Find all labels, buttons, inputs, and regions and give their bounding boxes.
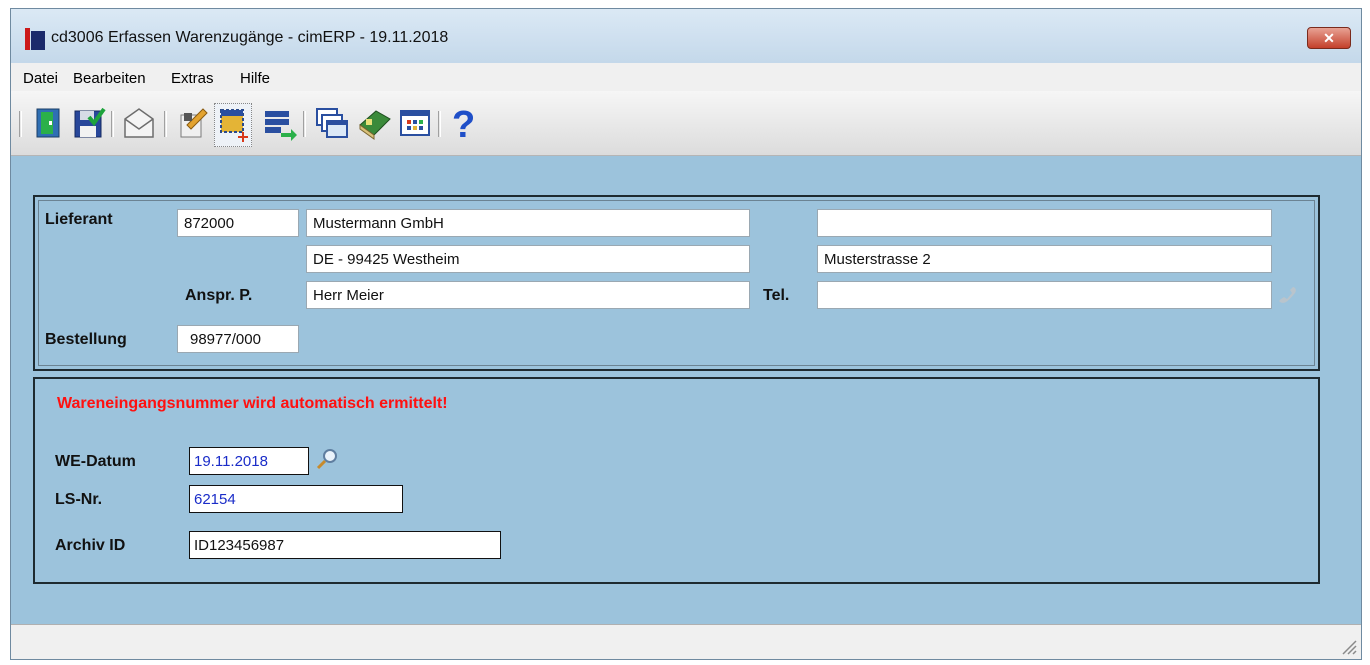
- edit-document-icon[interactable]: [175, 105, 211, 141]
- order-label: Bestellung: [45, 331, 127, 348]
- windows-icon[interactable]: [313, 105, 349, 141]
- toolbar-separator: [19, 111, 22, 137]
- toolbar: ?: [11, 91, 1361, 156]
- menu-datei[interactable]: Datei: [23, 70, 58, 87]
- supplier-name-field[interactable]: Mustermann GmbH: [306, 209, 750, 237]
- table-grid-icon[interactable]: [397, 105, 433, 141]
- supplier-inner-frame: Lieferant 872000 Mustermann GmbH DE - 99…: [38, 200, 1315, 366]
- supplier-street-field[interactable]: Musterstrasse 2: [817, 245, 1272, 273]
- menu-bar: Datei Bearbeiten Extras Hilfe: [11, 63, 1361, 91]
- app-window: cd3006 Erfassen Warenzugänge - cimERP - …: [10, 8, 1362, 660]
- archive-id-field[interactable]: ID123456987: [189, 531, 501, 559]
- mail-envelope-icon[interactable]: [121, 105, 157, 141]
- svg-text:?: ?: [452, 105, 475, 141]
- transfer-list-icon[interactable]: [261, 105, 297, 141]
- menu-extras[interactable]: Extras: [171, 70, 214, 87]
- ls-number-field[interactable]: 62154: [189, 485, 403, 513]
- contact-field[interactable]: Herr Meier: [306, 281, 750, 309]
- status-bar: [11, 624, 1361, 659]
- menu-bearbeiten[interactable]: Bearbeiten: [73, 70, 146, 87]
- resize-grip-icon[interactable]: [1337, 635, 1357, 655]
- save-check-icon[interactable]: [71, 105, 107, 141]
- contact-label: Anspr. P.: [185, 287, 253, 304]
- close-button[interactable]: ✕: [1307, 27, 1351, 49]
- ls-number-label: LS-Nr.: [55, 491, 103, 508]
- magnifier-search-icon[interactable]: [315, 447, 339, 471]
- exit-door-icon[interactable]: [31, 105, 67, 141]
- help-question-icon[interactable]: ?: [447, 104, 483, 146]
- auto-number-warning: Wareneingangsnummer wird automatisch erm…: [57, 395, 448, 412]
- phone-handset-icon[interactable]: [1275, 283, 1299, 307]
- phone-field[interactable]: [817, 281, 1272, 309]
- supplier-label: Lieferant: [45, 211, 113, 228]
- supplier-number-field[interactable]: 872000: [177, 209, 299, 237]
- order-number-field[interactable]: 98977/000: [177, 325, 299, 353]
- archive-id-label: Archiv ID: [55, 537, 126, 554]
- supplier-section: Lieferant 872000 Mustermann GmbH DE - 99…: [33, 195, 1320, 371]
- toolbar-separator: [164, 111, 167, 137]
- receipt-section: Wareneingangsnummer wird automatisch erm…: [33, 377, 1320, 584]
- menu-hilfe[interactable]: Hilfe: [240, 70, 270, 87]
- new-record-icon[interactable]: [214, 103, 252, 147]
- toolbar-separator: [303, 111, 306, 137]
- phone-label: Tel.: [763, 287, 790, 304]
- book-icon[interactable]: [356, 105, 392, 141]
- receipt-date-label: WE-Datum: [55, 453, 136, 470]
- toolbar-separator: [111, 111, 114, 137]
- window-title: cd3006 Erfassen Warenzugänge - cimERP - …: [51, 29, 449, 46]
- title-bar: cd3006 Erfassen Warenzugänge - cimERP - …: [11, 9, 1361, 63]
- app-logo-icon: [25, 28, 45, 50]
- receipt-date-field[interactable]: 19.11.2018: [189, 447, 309, 475]
- supplier-name2-field[interactable]: [817, 209, 1272, 237]
- supplier-city-field[interactable]: DE - 99425 Westheim: [306, 245, 750, 273]
- toolbar-separator: [438, 111, 441, 137]
